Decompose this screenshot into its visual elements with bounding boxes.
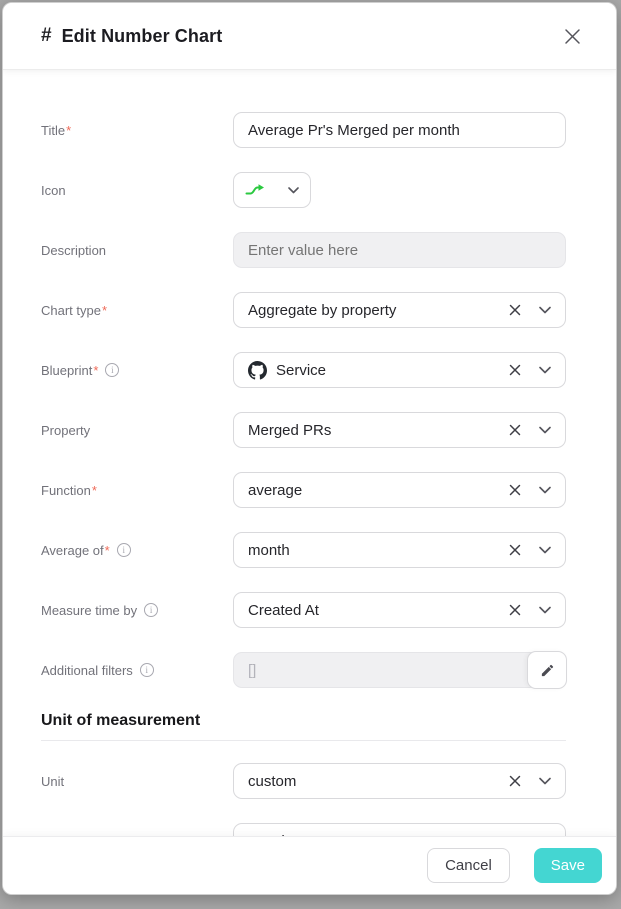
- clear-icon[interactable]: [508, 423, 522, 437]
- additional-filters-input: []: [233, 652, 566, 688]
- additional-filters-value: []: [248, 662, 256, 679]
- average-of-value: month: [248, 542, 290, 559]
- unit-label: Unit: [41, 774, 233, 789]
- chart-type-label: Chart type*: [41, 303, 233, 318]
- info-icon[interactable]: i: [144, 603, 158, 617]
- field-row-additional-filters: Additional filters i []: [41, 652, 566, 688]
- property-label: Property: [41, 423, 233, 438]
- field-row-average-of: Average of* i month: [41, 532, 566, 568]
- chevron-down-icon[interactable]: [539, 546, 551, 554]
- required-marker: *: [105, 543, 110, 558]
- modal-title: Edit Number Chart: [62, 26, 223, 47]
- function-label: Function*: [41, 483, 233, 498]
- form-content: Title* Icon: [3, 69, 616, 894]
- field-row-icon: Icon: [41, 172, 566, 208]
- icon-dropdown[interactable]: [233, 172, 311, 208]
- description-input[interactable]: [233, 232, 566, 268]
- chevron-down-icon[interactable]: [539, 486, 551, 494]
- git-merge-icon: [245, 183, 266, 197]
- blueprint-value: Service: [276, 362, 326, 379]
- github-icon: [248, 361, 267, 380]
- chevron-down-icon[interactable]: [539, 306, 551, 314]
- function-value: average: [248, 482, 302, 499]
- unit-of-measurement-heading: Unit of measurement: [41, 712, 566, 730]
- info-icon[interactable]: i: [117, 543, 131, 557]
- required-marker: *: [92, 483, 97, 498]
- modal-header: # Edit Number Chart: [3, 3, 616, 69]
- required-marker: *: [93, 363, 98, 378]
- measure-time-by-label: Measure time by i: [41, 603, 233, 618]
- close-button[interactable]: [558, 22, 586, 50]
- field-row-function: Function* average: [41, 472, 566, 508]
- title-input[interactable]: [233, 112, 566, 148]
- average-of-label: Average of* i: [41, 543, 233, 558]
- edit-filters-button[interactable]: [527, 651, 567, 689]
- field-row-blueprint: Blueprint* i Service: [41, 352, 566, 388]
- field-row-chart-type: Chart type* Aggregate by property: [41, 292, 566, 328]
- modal-footer: Cancel Save: [3, 836, 616, 894]
- unit-value: custom: [248, 773, 296, 790]
- chevron-down-icon[interactable]: [539, 606, 551, 614]
- chevron-down-icon[interactable]: [539, 426, 551, 434]
- field-row-measure-time-by: Measure time by i Created At: [41, 592, 566, 628]
- field-row-unit: Unit custom: [41, 763, 566, 799]
- chevron-down-icon[interactable]: [539, 366, 551, 374]
- number-chart-hash-icon: #: [41, 25, 52, 47]
- field-row-property: Property Merged PRs: [41, 412, 566, 448]
- chevron-down-icon[interactable]: [539, 777, 551, 785]
- clear-icon[interactable]: [508, 543, 522, 557]
- required-marker: *: [102, 303, 107, 318]
- section-divider: [41, 740, 566, 741]
- edit-number-chart-modal: # Edit Number Chart Title* Icon: [2, 2, 617, 895]
- clear-icon[interactable]: [508, 363, 522, 377]
- property-value: Merged PRs: [248, 422, 331, 439]
- additional-filters-label: Additional filters i: [41, 663, 233, 678]
- info-icon[interactable]: i: [140, 663, 154, 677]
- clear-icon[interactable]: [508, 303, 522, 317]
- pencil-icon: [540, 663, 555, 678]
- cancel-button[interactable]: Cancel: [427, 848, 510, 883]
- clear-icon[interactable]: [508, 774, 522, 788]
- measure-time-by-value: Created At: [248, 602, 319, 619]
- description-label: Description: [41, 243, 233, 258]
- icon-label: Icon: [41, 183, 233, 198]
- chart-type-value: Aggregate by property: [248, 302, 396, 319]
- required-marker: *: [66, 123, 71, 138]
- clear-icon[interactable]: [508, 603, 522, 617]
- field-row-description: Description: [41, 232, 566, 268]
- modal-title-wrap: # Edit Number Chart: [41, 25, 222, 47]
- clear-icon[interactable]: [508, 483, 522, 497]
- title-label: Title*: [41, 123, 233, 138]
- blueprint-label: Blueprint* i: [41, 363, 233, 378]
- close-icon: [564, 28, 581, 45]
- info-icon[interactable]: i: [105, 363, 119, 377]
- field-row-title: Title*: [41, 112, 566, 148]
- save-button[interactable]: Save: [534, 848, 602, 883]
- chevron-down-icon: [288, 187, 299, 194]
